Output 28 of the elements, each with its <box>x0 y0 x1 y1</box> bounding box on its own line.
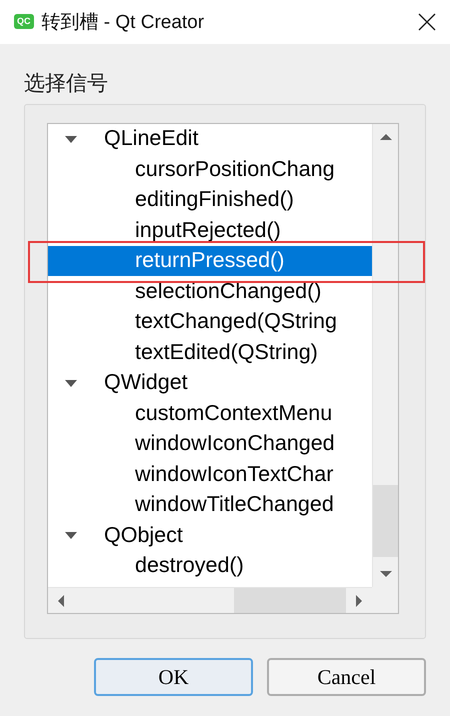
vertical-scrollbar[interactable] <box>372 124 398 587</box>
scrollbar-thumb[interactable] <box>234 588 346 613</box>
signal-item[interactable]: selectionChanged() <box>48 276 372 307</box>
expanded-arrow-icon[interactable] <box>64 530 78 540</box>
signal-item[interactable]: customContextMenu <box>48 398 372 429</box>
default-button[interactable]: OK <box>94 658 253 696</box>
close-icon[interactable] <box>418 12 436 31</box>
signal-item[interactable]: textEdited(QString) <box>48 337 372 368</box>
dialog-button[interactable]: Cancel <box>267 658 426 696</box>
tree-group-label[interactable]: QObject <box>104 522 183 548</box>
tree-group-label[interactable]: QLineEdit <box>104 126 198 152</box>
scrollbar-thumb[interactable] <box>373 484 398 557</box>
tree-group-label[interactable]: QWidget <box>104 370 188 396</box>
expanded-arrow-icon[interactable] <box>64 378 78 388</box>
signal-item[interactable]: windowIconChanged <box>48 428 372 460</box>
signal-item[interactable]: inputRejected() <box>48 215 372 246</box>
signal-item[interactable]: textChanged(QString <box>48 306 372 338</box>
signal-item[interactable]: returnPressed() <box>48 246 372 276</box>
horizontal-scrollbar[interactable] <box>48 586 372 613</box>
window-title: 转到槽 - Qt Creator <box>42 10 206 35</box>
expanded-arrow-icon[interactable] <box>64 134 78 144</box>
group-label: 选择信号 <box>24 70 109 97</box>
signal-item[interactable]: editingFinished() <box>48 184 372 216</box>
signal-item[interactable]: destroyed() <box>48 550 372 582</box>
app-logo: QC <box>14 14 34 30</box>
signal-item[interactable]: windowIconTextChar <box>48 459 372 490</box>
signal-item[interactable]: windowTitleChanged <box>48 490 372 520</box>
signal-item[interactable]: cursorPositionChang <box>48 154 372 185</box>
